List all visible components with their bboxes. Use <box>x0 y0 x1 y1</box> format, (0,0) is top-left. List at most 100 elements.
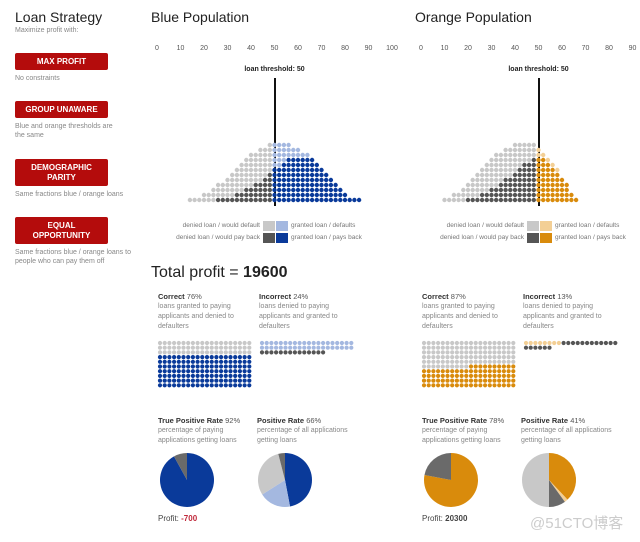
applicant-dot <box>498 177 504 183</box>
waffle-dot <box>181 350 186 355</box>
applicant-dot <box>277 147 282 153</box>
applicant-dot <box>314 167 319 173</box>
demographic-parity-button[interactable]: DEMOGRAPHIC PARITY <box>15 159 108 186</box>
waffle-dot <box>431 359 436 364</box>
applicant-dot <box>526 182 532 188</box>
waffle-dot <box>426 369 431 374</box>
waffle-dot <box>561 340 566 346</box>
applicant-dot <box>526 167 532 173</box>
waffle-dot <box>167 378 172 383</box>
title-prefix: Blue <box>151 9 180 25</box>
applicant-dot <box>531 142 536 148</box>
waffle-dot <box>167 373 172 378</box>
applicant-dot <box>225 197 230 203</box>
waffle-dot <box>237 373 242 378</box>
applicant-dot <box>291 162 296 168</box>
applicant-dot <box>508 192 513 198</box>
applicant-dot <box>479 177 485 183</box>
applicant-dot <box>267 162 272 168</box>
stat-value: 87% <box>450 292 466 301</box>
waffle-dot <box>204 345 210 350</box>
applicant-dot <box>281 182 287 188</box>
waffle-dot <box>454 340 459 346</box>
applicant-dot <box>211 192 216 198</box>
applicant-dot <box>494 187 499 193</box>
waffle-dot <box>247 369 252 374</box>
axis-tick: 100 <box>386 45 398 52</box>
waffle-dot <box>172 373 177 378</box>
applicant-dot <box>555 182 560 188</box>
applicant-dot <box>267 192 272 198</box>
waffle-dot <box>478 359 483 364</box>
applicant-dot <box>517 177 522 183</box>
waffle-dot <box>186 345 191 350</box>
applicant-dot <box>545 162 551 168</box>
waffle-dot <box>497 359 502 364</box>
waffle-dot <box>450 369 455 374</box>
waffle-dot <box>487 369 492 374</box>
waffle-dot <box>167 359 172 364</box>
waffle-dot <box>204 355 210 360</box>
waffle-dot <box>219 350 224 355</box>
applicant-dot <box>258 147 263 153</box>
applicant-dot <box>239 167 244 173</box>
applicant-dot <box>291 157 296 163</box>
waffle-dot <box>223 383 228 388</box>
applicant-dot <box>277 162 282 168</box>
waffle-dot <box>552 340 557 346</box>
waffle-dot <box>302 350 307 355</box>
applicant-dot <box>503 177 508 183</box>
waffle-dot <box>431 355 436 360</box>
waffle-dot <box>468 369 474 374</box>
applicant-dot <box>281 167 287 173</box>
waffle-dot <box>501 383 506 388</box>
applicant-dot <box>211 197 216 203</box>
waffle-dot <box>292 340 297 346</box>
waffle-dot <box>421 359 427 364</box>
waffle-dot <box>195 378 200 383</box>
waffle-dot <box>311 340 316 346</box>
applicant-dot <box>309 162 315 168</box>
stat-value: 66% <box>306 416 322 425</box>
waffle-dot <box>176 378 181 383</box>
waffle-dot <box>214 340 219 346</box>
max-profit-button[interactable]: MAX PROFIT <box>15 53 108 70</box>
applicant-dot <box>244 192 249 198</box>
applicant-dot <box>508 197 513 203</box>
waffle-dot <box>190 364 195 369</box>
applicant-dot <box>314 177 319 183</box>
applicant-dot <box>319 177 324 183</box>
waffle-dot <box>223 350 228 355</box>
applicant-dot <box>253 192 258 198</box>
applicant-dot <box>305 182 310 188</box>
applicant-dot <box>550 192 555 198</box>
waffle-dot <box>468 383 474 388</box>
waffle-dot <box>468 378 474 383</box>
waffle-dot <box>459 378 464 383</box>
applicant-dot <box>295 152 301 158</box>
waffle-dot <box>478 350 483 355</box>
waffle-dot <box>162 359 167 364</box>
applicant-dot <box>267 197 272 203</box>
applicant-dot <box>225 177 230 183</box>
applicant-dot <box>267 147 272 153</box>
waffle-dot <box>436 350 441 355</box>
applicant-dot <box>253 172 258 178</box>
applicant-dot <box>324 197 329 203</box>
applicant-dot <box>564 187 569 193</box>
waffle-dot <box>316 350 321 355</box>
legend-granted-default: granted loan / defaults <box>555 222 620 229</box>
applicant-dot <box>314 182 319 188</box>
applicant-dot <box>503 197 508 203</box>
applicant-dot <box>295 157 301 163</box>
waffle-dot <box>483 355 488 360</box>
applicant-dot <box>522 142 527 148</box>
waffle-dot <box>278 340 283 346</box>
applicant-dot <box>272 167 277 173</box>
waffle-dot <box>335 340 340 346</box>
applicant-dot <box>309 182 315 188</box>
group-unaware-button[interactable]: GROUP UNAWARE <box>15 101 108 118</box>
equal-opportunity-button[interactable]: EQUAL OPPORTUNITY <box>15 217 108 244</box>
waffle-dot <box>195 350 200 355</box>
applicant-dot <box>305 197 310 203</box>
